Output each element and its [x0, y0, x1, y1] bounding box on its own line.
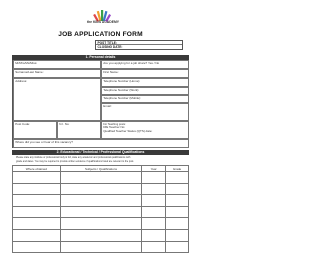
- qualifications-intro-line-2: grade and dates. You may be required to …: [16, 159, 135, 163]
- table-cell[interactable]: [12, 205, 61, 219]
- application-form-page: the KIDS ACADEMY JOB APPLICATION FORM PO…: [0, 0, 201, 253]
- table-cell[interactable]: [141, 217, 167, 230]
- section-qualifications-header: 2. Educational / Technical / Professiona…: [12, 150, 189, 155]
- qualifications-intro: Please state any institute or profession…: [16, 156, 186, 163]
- table-row: [12, 217, 189, 230]
- academy-name: the KIDS ACADEMY: [86, 20, 120, 24]
- table-cell[interactable]: [59, 182, 143, 196]
- address-field[interactable]: Address:: [13, 78, 101, 121]
- title-field[interactable]: Mr/Mrs/Ms/Miss:: [13, 60, 101, 69]
- table-row: [12, 171, 189, 184]
- table-cell[interactable]: [165, 171, 189, 184]
- table-cell[interactable]: [12, 171, 61, 184]
- table-cell[interactable]: [141, 194, 167, 207]
- surname-field[interactable]: Surname/Last Name:: [13, 69, 101, 78]
- tel-work-field[interactable]: Telephone Number (Work):: [101, 87, 189, 95]
- qualifications-body: [12, 171, 189, 253]
- qualifications-table: Where obtained Subjects / Qualifications…: [12, 165, 189, 253]
- table-cell[interactable]: [59, 228, 143, 242]
- qts-date-label: Qualified Teacher Status (QTS) date:: [103, 128, 153, 133]
- tel-mobile-field[interactable]: Telephone Number (Mobile):: [101, 95, 189, 103]
- table-cell[interactable]: [12, 217, 61, 230]
- table-cell[interactable]: [12, 182, 61, 196]
- teaching-posts-field[interactable]: For Teaching posts: DfE Teacher No: Qual…: [101, 121, 189, 139]
- ni-number-field[interactable]: N.I. No:: [57, 121, 101, 139]
- academy-logo: [93, 10, 112, 23]
- vacancy-source-field[interactable]: Where did you see or hear of this vacanc…: [13, 139, 189, 148]
- table-cell[interactable]: [141, 182, 167, 196]
- post-details-box: POST TITLE: CLOSING DATE:: [95, 40, 183, 50]
- form-title: JOB APPLICATION FORM: [58, 31, 143, 38]
- table-cell[interactable]: [59, 171, 143, 184]
- table-row: [12, 205, 189, 219]
- table-cell[interactable]: [165, 228, 189, 242]
- tel-home-field[interactable]: Telephone Number (Home):: [101, 78, 189, 87]
- email-field[interactable]: Email:: [101, 103, 189, 121]
- table-row: [12, 194, 189, 207]
- table-cell[interactable]: [165, 217, 189, 230]
- job-share-field[interactable]: Are you applying for a job share? Yes / …: [101, 60, 189, 69]
- table-cell[interactable]: [165, 194, 189, 207]
- table-cell[interactable]: [141, 228, 167, 242]
- table-cell[interactable]: [59, 205, 143, 219]
- closing-date-field[interactable]: CLOSING DATE:: [96, 45, 182, 49]
- first-name-field[interactable]: First Name:: [101, 69, 189, 78]
- table-cell[interactable]: [12, 194, 61, 207]
- post-code-field[interactable]: Post Code:: [13, 121, 57, 139]
- personal-details-grid: Mr/Mrs/Ms/Miss: Are you applying for a j…: [12, 60, 189, 148]
- table-row: [12, 228, 189, 242]
- table-cell[interactable]: [141, 205, 167, 219]
- table-cell[interactable]: [141, 171, 167, 184]
- table-row: [12, 182, 189, 196]
- table-cell[interactable]: [12, 228, 61, 242]
- table-cell[interactable]: [59, 194, 143, 207]
- table-cell[interactable]: [165, 205, 189, 219]
- table-cell[interactable]: [59, 217, 143, 230]
- table-cell[interactable]: [165, 182, 189, 196]
